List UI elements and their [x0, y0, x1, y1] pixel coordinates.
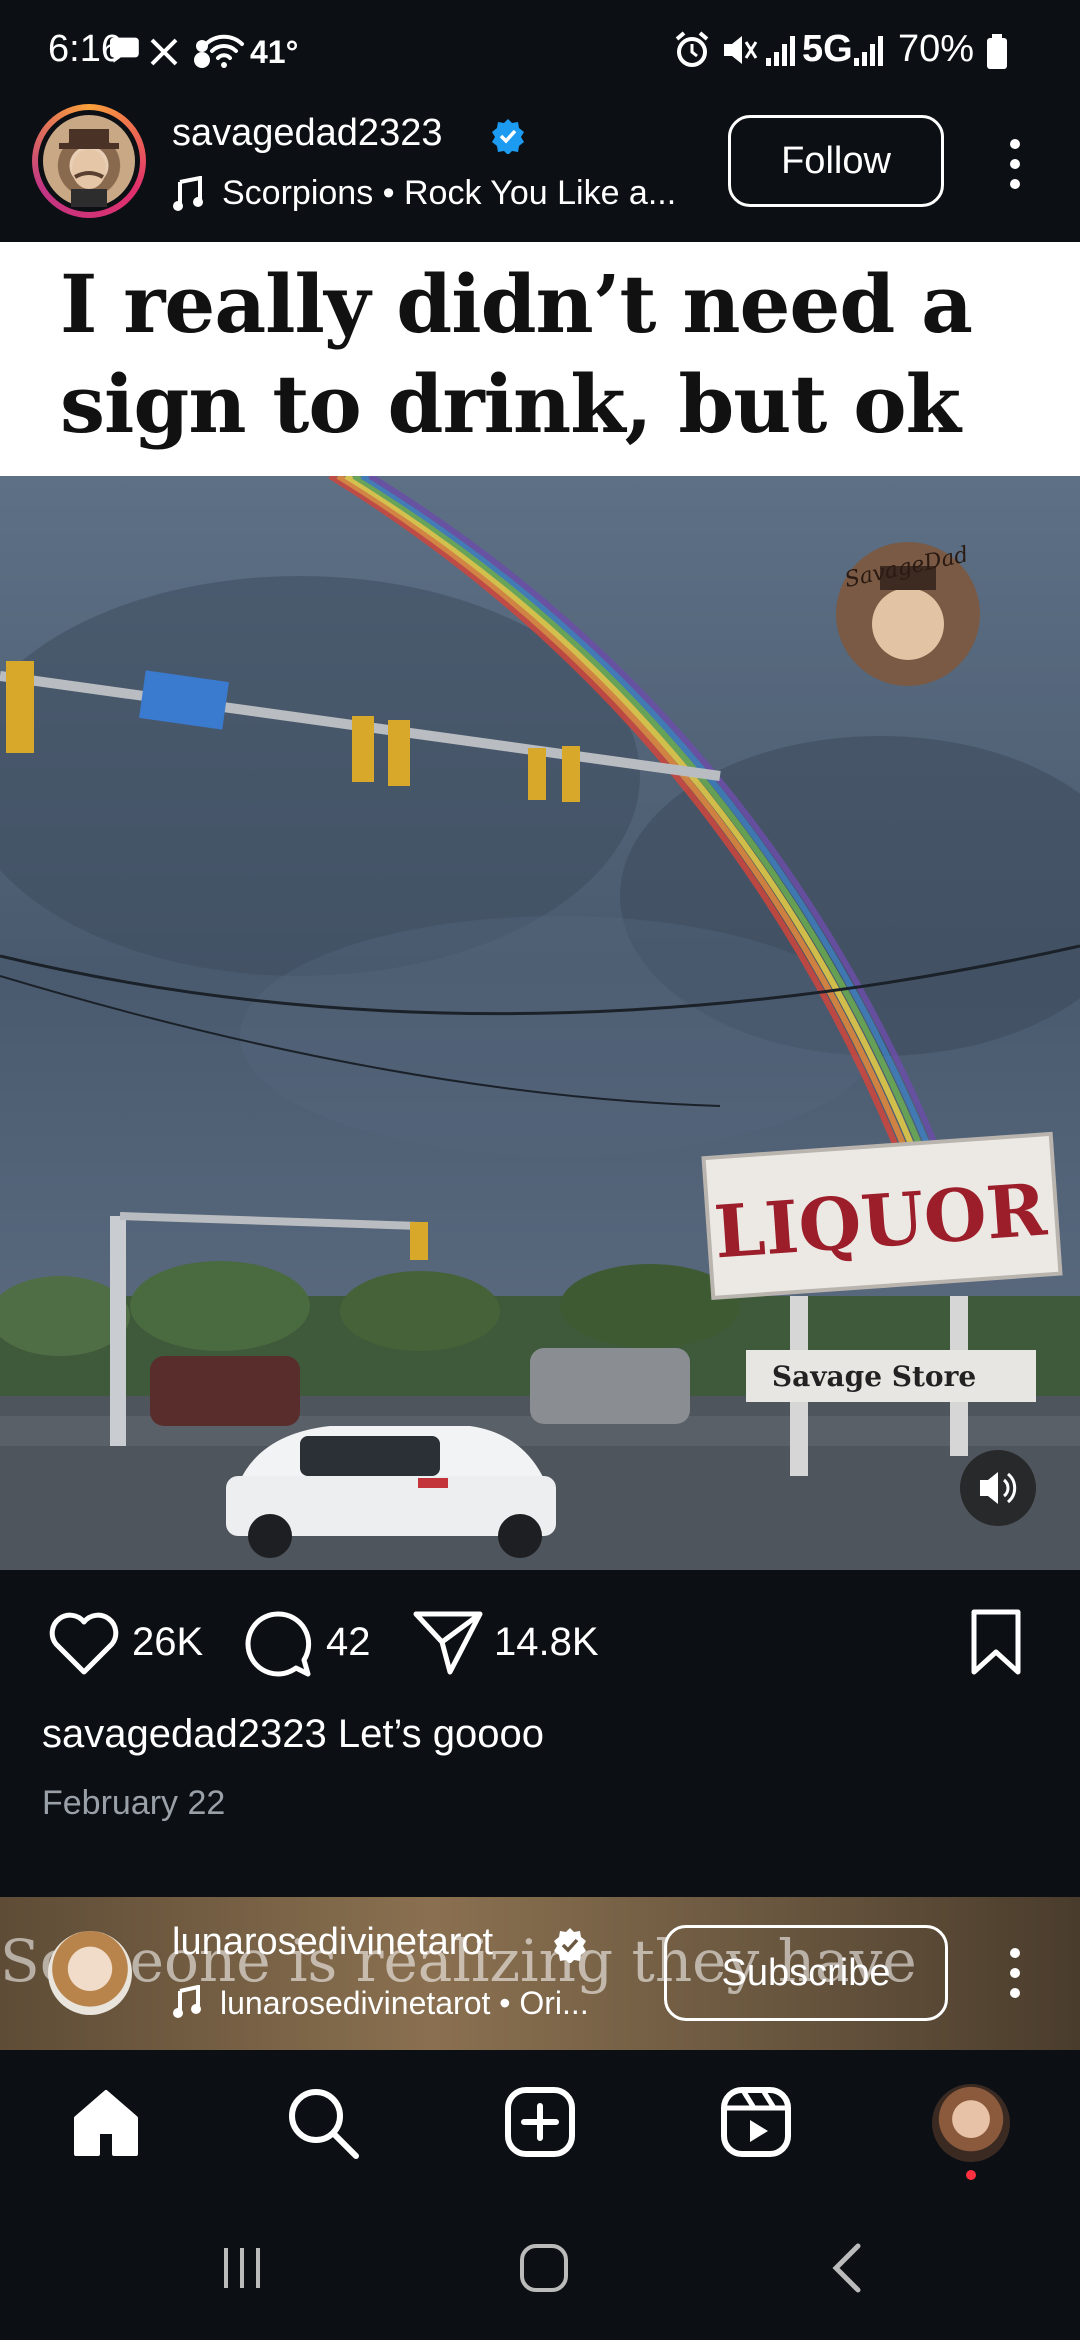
meme-caption-line-2: sign to drink, but ok	[60, 357, 961, 451]
subscribe-button[interactable]: Subscribe	[664, 1925, 948, 2021]
status-temperature: 41°	[250, 34, 299, 70]
wifi-icon	[204, 34, 244, 68]
next-post-avatar[interactable]	[48, 1931, 132, 2015]
signal-icon	[766, 36, 795, 66]
post-username[interactable]: savagedad2323	[172, 112, 442, 155]
status-bar: 6:16 41° 5G 70%	[0, 0, 1080, 82]
store-sign-text: Savage Store	[772, 1360, 976, 1393]
notification-dot	[966, 2170, 976, 2180]
battery-percent: 70%	[898, 28, 975, 70]
caption-username[interactable]: savagedad2323	[42, 1712, 327, 1756]
like-count[interactable]: 26K	[132, 1620, 203, 1665]
post-date: February 22	[42, 1784, 226, 1822]
post-caption: savagedad2323 Let’s goooo	[42, 1712, 544, 1757]
speaker-icon	[980, 1472, 1017, 1504]
create-icon[interactable]	[504, 2086, 576, 2158]
avatar-face	[59, 129, 119, 207]
recent-apps-icon[interactable]	[218, 2242, 268, 2292]
alarm-icon	[675, 31, 709, 67]
post-photo[interactable]: LIQUOR Savage Store SavageDad	[0, 476, 1080, 1570]
rainbow-scene-image: LIQUOR Savage Store SavageDad	[0, 476, 1080, 1570]
profile-avatar[interactable]	[932, 2084, 1010, 2162]
more-options-icon-2[interactable]	[1000, 1943, 1030, 2003]
search-icon[interactable]	[286, 2086, 360, 2160]
share-count[interactable]: 14.8K	[494, 1620, 599, 1665]
save-bookmark-icon[interactable]	[968, 1608, 1024, 1678]
follow-button[interactable]: Follow	[728, 115, 944, 207]
share-icon[interactable]	[410, 1606, 486, 1678]
verified-badge-icon-2	[554, 1928, 586, 1963]
battery-icon	[987, 34, 1007, 69]
bottom-navigation	[0, 2050, 1080, 2198]
reels-icon[interactable]	[720, 2086, 792, 2158]
music-note-icon-2	[173, 1985, 201, 2018]
more-options-icon[interactable]	[1000, 134, 1030, 194]
caption-text: Let’s goooo	[337, 1712, 544, 1756]
verified-badge-icon	[492, 119, 524, 154]
audio-track[interactable]: Scorpions • Rock You Like a...	[222, 174, 676, 213]
post-header: savagedad2323 Scorpions • Rock You Like …	[0, 82, 1080, 242]
music-note-icon	[173, 176, 203, 211]
home-button-icon[interactable]	[518, 2242, 570, 2294]
next-post-username[interactable]: lunarosedivinetarot	[172, 1921, 493, 1964]
signal-icon-2	[854, 36, 883, 66]
comment-count[interactable]: 42	[326, 1620, 371, 1665]
back-icon[interactable]	[826, 2242, 870, 2294]
network-type: 5G	[802, 28, 853, 70]
next-post-audio[interactable]: lunarosedivinetarot • Ori...	[220, 1985, 589, 2022]
comment-icon[interactable]	[242, 1608, 314, 1680]
next-post-preview[interactable]: Someone is realizing they have lunarosed…	[0, 1897, 1080, 2050]
system-navigation-bar	[0, 2198, 1080, 2340]
avatar[interactable]	[32, 104, 146, 218]
meme-caption-line-1: I really didn’t need a	[60, 257, 973, 351]
meme-caption-banner: I really didn’t need a sign to drink, bu…	[0, 242, 1080, 476]
volume-button[interactable]	[960, 1450, 1036, 1526]
mute-icon	[724, 36, 758, 64]
like-heart-icon[interactable]	[48, 1610, 120, 1676]
home-icon[interactable]	[70, 2086, 142, 2158]
